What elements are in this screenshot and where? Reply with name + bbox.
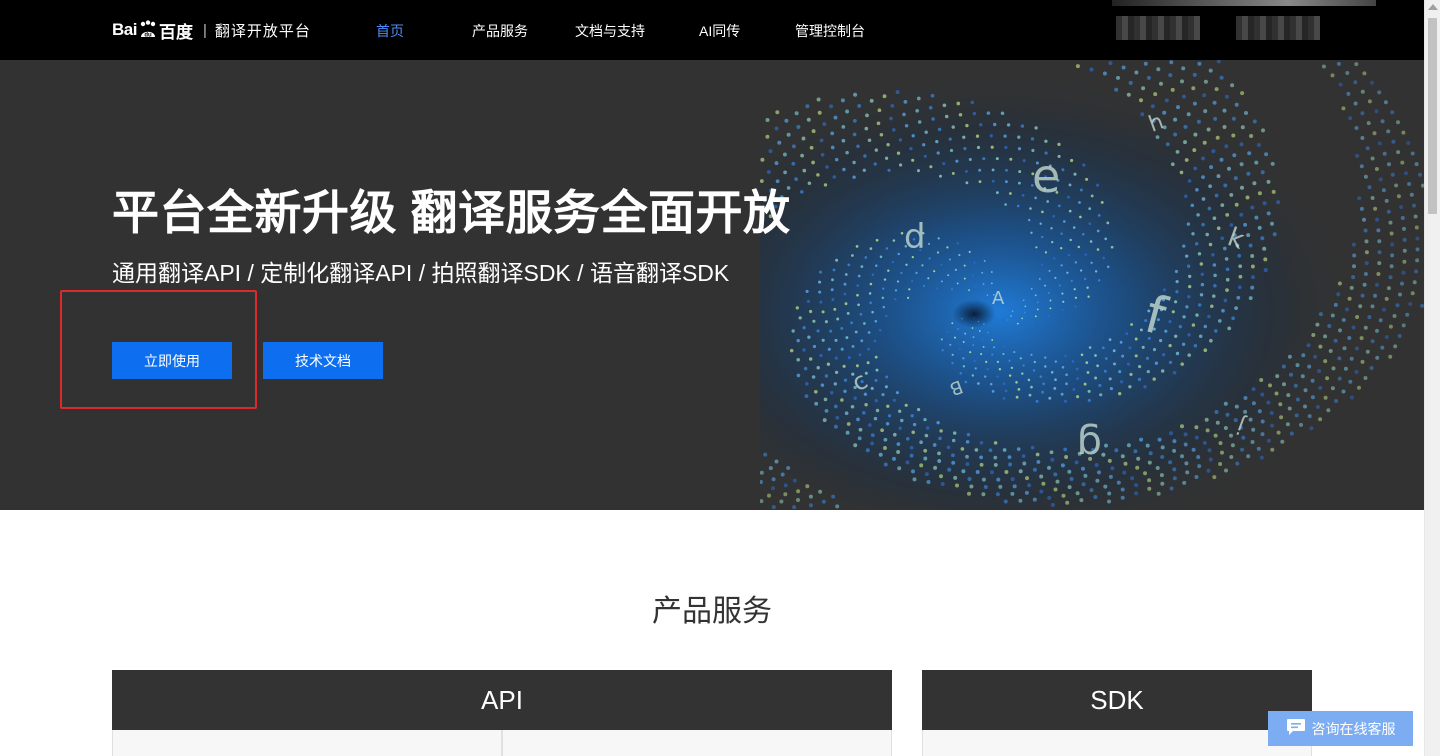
products-section-title: 产品服务 (652, 595, 772, 628)
blurred-account-link[interactable] (1236, 16, 1320, 40)
swirl-letter: d (904, 217, 926, 257)
platform-name: 翻译开放平台 (214, 22, 311, 40)
tech-docs-button[interactable]: 技术文档 (263, 342, 383, 379)
paw-logo-icon: du (138, 20, 158, 40)
svg-text:du: du (144, 33, 152, 39)
chat-icon (1286, 718, 1306, 739)
scroll-thumb[interactable] (1428, 18, 1437, 214)
nav-home[interactable]: 首页 (376, 21, 404, 41)
logo-bai-text: Bai (112, 20, 137, 39)
api-card-header[interactable]: API (112, 670, 892, 730)
hero-title: 平台全新升级 翻译服务全面开放 (112, 186, 791, 239)
baidu-translate-logo[interactable]: Bai du 百度 | 翻译开放平台 (112, 14, 311, 46)
swirl-letter: A (992, 288, 1005, 309)
swirl-letter: g (1077, 422, 1102, 468)
red-highlight-box (60, 290, 257, 409)
api-card-item[interactable] (502, 730, 892, 756)
swirl-graphic: hed kA fc Bg j (760, 60, 1424, 510)
online-support-button[interactable]: 咨询在线客服 (1268, 711, 1413, 746)
hero-banner: hedkAfcBgj 平台全新升级 翻译服务全面开放 通用翻译API / 定制化… (0, 60, 1424, 510)
scroll-up-arrow-icon[interactable] (1428, 4, 1438, 10)
sdk-card-header[interactable]: SDK (922, 670, 1312, 730)
blurred-user-info[interactable] (1116, 16, 1200, 40)
swirl-letter: e (1032, 149, 1060, 203)
logo-separator: | (202, 21, 207, 39)
vertical-scrollbar[interactable] (1424, 0, 1440, 756)
top-navbar: Bai du 百度 | 翻译开放平台 首页 产品服务 文档与支持 AI同传 管理… (0, 0, 1424, 60)
api-card-item[interactable] (112, 730, 502, 756)
nav-console[interactable]: 管理控制台 (795, 21, 865, 41)
nav-docs-support[interactable]: 文档与支持 (575, 21, 645, 41)
sdk-card-item[interactable] (922, 730, 1312, 756)
chat-label: 咨询在线客服 (1311, 720, 1396, 737)
hero-subtitle: 通用翻译API / 定制化翻译API / 拍照翻译SDK / 语音翻译SDK (112, 260, 730, 286)
nav-ai-interpretation[interactable]: AI同传 (699, 21, 740, 41)
blurred-user-strip (1112, 0, 1376, 6)
logo-du-text: 百度 (158, 22, 193, 42)
nav-products[interactable]: 产品服务 (472, 21, 528, 41)
